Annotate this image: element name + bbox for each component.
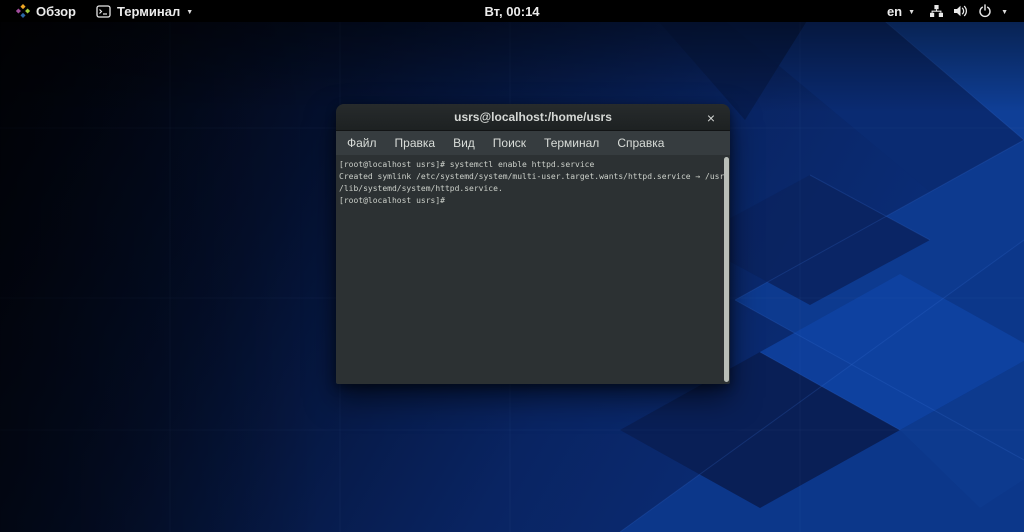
top-bar-left: Обзор Терминал ▼ [0,0,201,22]
chevron-down-icon: ▼ [1001,9,1008,16]
menu-help[interactable]: Справка [608,131,673,155]
terminal-output-area[interactable]: [root@localhost usrs]# systemctl enable … [336,155,730,384]
keyboard-layout-button[interactable]: en ▼ [879,0,923,22]
system-menu-button[interactable]: ▼ [923,4,1014,18]
desktop: Обзор Терминал ▼ Вт, 00:14 en ▼ [0,0,1024,532]
top-bar-right: en ▼ ▼ [879,0,1024,22]
window-menubar: Файл Правка Вид Поиск Терминал Справка [336,131,730,155]
terminal-scrollbar[interactable] [724,157,729,382]
window-title: usrs@localhost:/home/usrs [454,110,612,124]
window-titlebar[interactable]: usrs@localhost:/home/usrs × [336,104,730,131]
terminal-line: [root@localhost usrs]# systemctl enable … [339,159,720,171]
top-bar: Обзор Терминал ▼ Вт, 00:14 en ▼ [0,0,1024,22]
menu-view[interactable]: Вид [444,131,484,155]
menu-edit[interactable]: Правка [386,131,445,155]
terminal-line: Created symlink /etc/systemd/system/mult… [339,171,720,183]
activities-button[interactable]: Обзор [8,0,84,22]
clock-button[interactable]: Вт, 00:14 [484,4,539,19]
app-menu-label: Терминал [117,4,180,19]
terminal-line prompt-line: [root@localhost usrs]# [339,195,720,207]
chevron-down-icon: ▼ [186,9,193,16]
menu-search[interactable]: Поиск [484,131,535,155]
activities-label: Обзор [36,4,76,19]
distro-logo-icon [16,4,30,18]
terminal-window: usrs@localhost:/home/usrs × Файл Правка … [336,104,730,384]
chevron-down-icon: ▼ [908,9,915,16]
app-menu-button[interactable]: Терминал ▼ [88,0,201,22]
keyboard-layout-label: en [887,4,902,19]
close-button[interactable]: × [700,104,722,131]
power-icon [978,4,992,18]
menu-terminal[interactable]: Терминал [535,131,608,155]
menu-file[interactable]: Файл [338,131,386,155]
wired-network-icon [929,4,944,18]
volume-high-icon [953,4,969,18]
terminal-icon [96,5,111,18]
terminal-line: /lib/systemd/system/httpd.service. [339,183,720,195]
close-icon: × [707,110,715,126]
